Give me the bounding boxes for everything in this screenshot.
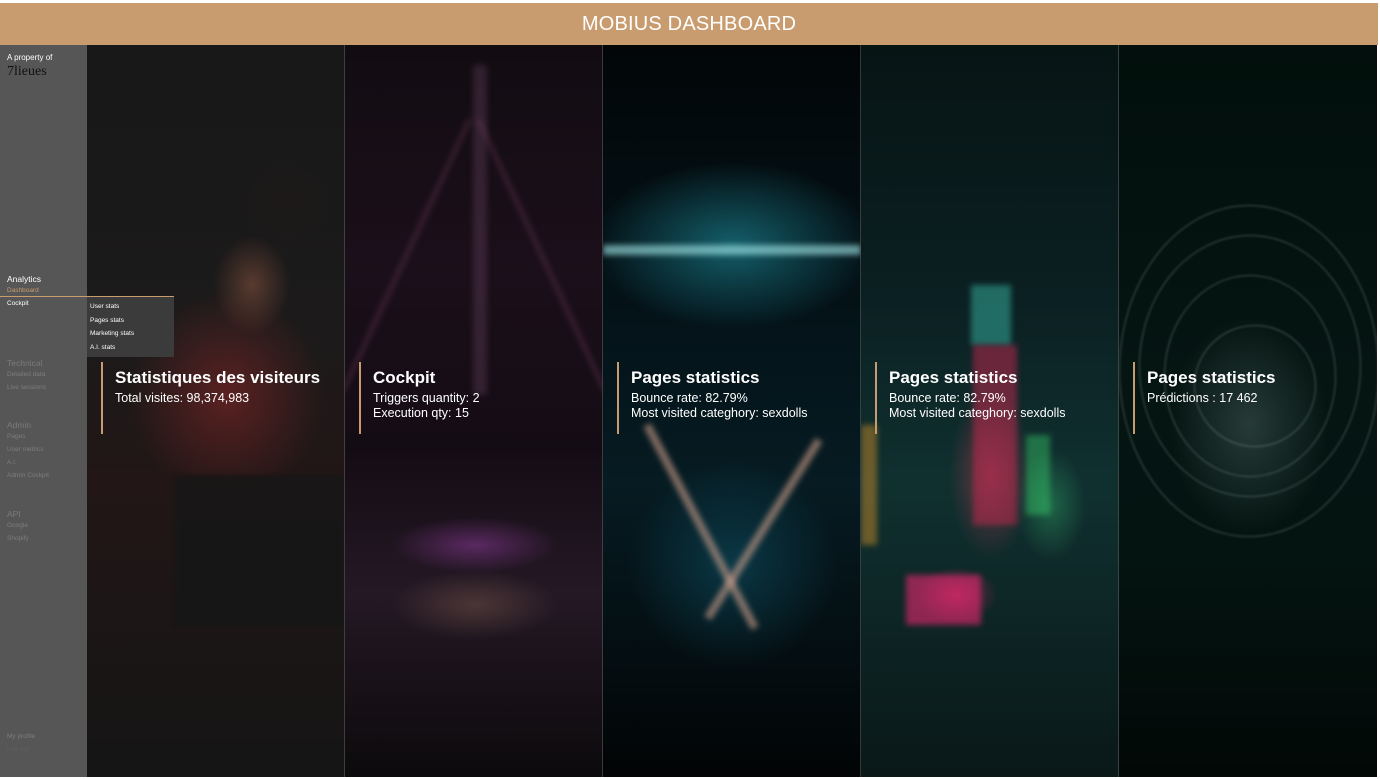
sidebar-item-user-metrics[interactable]: User metrics bbox=[7, 446, 49, 453]
sidebar-item-dashboard[interactable]: Dashboard bbox=[7, 287, 41, 294]
panel-card: Cockpit Triggers quantity: 2 Execution q… bbox=[359, 362, 480, 434]
brand-tagline: A property of bbox=[7, 53, 53, 62]
sidebar-item-shopify[interactable]: Shopify bbox=[7, 535, 29, 542]
pages-stats-panel-1[interactable]: Pages statistics Bounce rate: 82.79% Mos… bbox=[603, 45, 861, 777]
sidebar-item-pages[interactable]: Pages bbox=[7, 433, 49, 440]
nav-group-title: Admin bbox=[7, 420, 32, 430]
panel-card: Pages statistics Bounce rate: 82.79% Mos… bbox=[617, 362, 807, 434]
panel-title: Pages statistics bbox=[631, 368, 760, 387]
sidebar-item-admin-cockpit[interactable]: Admin Cockpit bbox=[7, 472, 49, 479]
sidebar-item-cockpit[interactable]: Cockpit bbox=[7, 300, 41, 307]
visitors-panel[interactable]: Statistiques des visiteurs Total visites… bbox=[87, 45, 345, 777]
nav-group-analytics: Analytics Dashboard Cockpit bbox=[7, 274, 41, 307]
sidebar: A property of 7lieues Analytics Dashboar… bbox=[0, 45, 174, 777]
panel-divider bbox=[344, 45, 345, 777]
panel-stat: Execution qty: 15 bbox=[373, 406, 469, 420]
sidebar-bottom-links: My profile Log out bbox=[7, 733, 35, 759]
panel-divider bbox=[1118, 45, 1119, 777]
panel-stat: Total visites: 98,374,983 bbox=[115, 391, 250, 405]
sidebar-item-live-sessions[interactable]: Live sessions bbox=[7, 384, 46, 391]
nav-group-admin: Admin Pages User metrics A.I. Admin Cock… bbox=[7, 420, 49, 479]
my-profile-link[interactable]: My profile bbox=[7, 733, 35, 740]
predictions-panel[interactable]: Pages statistics Prédictions : 17 462 bbox=[1119, 45, 1377, 777]
panel-divider bbox=[602, 45, 603, 777]
panel-card: Pages statistics Prédictions : 17 462 bbox=[1133, 362, 1276, 434]
panel-title: Pages statistics bbox=[889, 368, 1018, 387]
cockpit-panel[interactable]: Cockpit Triggers quantity: 2 Execution q… bbox=[345, 45, 603, 777]
panel-card: Statistiques des visiteurs Total visites… bbox=[101, 362, 320, 434]
nav-group-title: API bbox=[7, 509, 21, 519]
brand-logo[interactable]: 7lieues bbox=[7, 64, 47, 80]
panel-title: Cockpit bbox=[373, 368, 436, 387]
submenu-item-user-stats[interactable]: User stats bbox=[87, 300, 174, 314]
panel-stat: Most visited categhory: sexdolls bbox=[889, 406, 1066, 420]
panel-stat: Bounce rate: 82.79% bbox=[889, 391, 1006, 405]
log-out-link[interactable]: Log out bbox=[7, 746, 35, 753]
panel-card: Pages statistics Bounce rate: 82.79% Mos… bbox=[875, 362, 1065, 434]
panel-stat: Most visited categhory: sexdolls bbox=[631, 406, 808, 420]
submenu-item-marketing-stats[interactable]: Marketing stats bbox=[87, 327, 174, 341]
app-header: MOBIUS DASHBOARD bbox=[0, 3, 1378, 45]
submenu-item-pages-stats[interactable]: Pages stats bbox=[87, 314, 174, 328]
sidebar-item-google[interactable]: Google bbox=[7, 522, 29, 529]
panel-title: Statistiques des visiteurs bbox=[115, 368, 321, 387]
pages-stats-panel-2[interactable]: Pages statistics Bounce rate: 82.79% Mos… bbox=[861, 45, 1119, 777]
nav-group-technical: Technical Detailed data Live sessions bbox=[7, 358, 46, 391]
panel-title: Pages statistics bbox=[1147, 368, 1276, 387]
cockpit-submenu: User stats Pages stats Marketing stats A… bbox=[87, 297, 174, 357]
sidebar-item-ai[interactable]: A.I. bbox=[7, 459, 49, 466]
panel-stat: Prédictions : 17 462 bbox=[1147, 391, 1258, 405]
submenu-item-ai-stats[interactable]: A.I. stats bbox=[87, 341, 174, 355]
panel-stat: Bounce rate: 82.79% bbox=[631, 391, 748, 405]
sidebar-item-detailed-data[interactable]: Detailed data bbox=[7, 371, 46, 378]
panel-stat: Triggers quantity: 2 bbox=[373, 391, 480, 405]
panel-divider bbox=[860, 45, 861, 777]
nav-group-title: Analytics bbox=[7, 274, 42, 284]
page-title: MOBIUS DASHBOARD bbox=[581, 12, 797, 35]
nav-group-api: API Google Shopify bbox=[7, 509, 29, 542]
nav-group-title: Technical bbox=[7, 358, 43, 368]
